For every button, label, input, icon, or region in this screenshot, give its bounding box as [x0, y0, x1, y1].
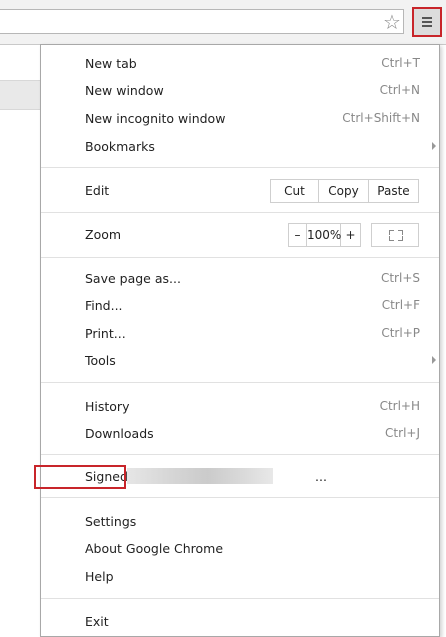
menu-item-label: Save page as... — [85, 271, 181, 286]
menu-item-label: History — [85, 399, 130, 414]
menu-item-about-google-chrome[interactable]: About Google Chrome — [41, 537, 439, 561]
menu-item-label: New window — [85, 83, 164, 98]
menu-item-bookmarks[interactable]: Bookmarks — [41, 135, 439, 159]
menu-item-label: Settings — [85, 514, 137, 529]
zoom-out-button[interactable]: – — [289, 224, 307, 246]
menu-item-new-tab[interactable]: New tab Ctrl+T — [41, 52, 439, 76]
menu-item-label: Tools — [85, 353, 116, 368]
menu-item-label: Exit — [85, 614, 109, 629]
menu-item-shortcut: Ctrl+S — [380, 271, 420, 285]
menu-item-print[interactable]: Print... Ctrl+P — [41, 322, 439, 346]
menu-item-label: Bookmarks — [85, 139, 155, 154]
menu-item-shortcut: Ctrl+P — [381, 326, 420, 340]
menu-item-shortcut: Ctrl+T — [381, 56, 420, 70]
fullscreen-button[interactable] — [371, 223, 419, 247]
menu-item-shortcut: Ctrl+N — [379, 83, 420, 97]
zoom-in-button[interactable]: + — [341, 224, 360, 246]
zoom-control-group: – 100% + — [288, 223, 361, 247]
edit-button-group: Cut Copy Paste — [270, 179, 419, 203]
menu-separator — [41, 454, 439, 455]
menu-item-tools[interactable]: Tools — [41, 349, 439, 373]
hamburger-menu-icon — [422, 17, 432, 19]
chrome-menu-button[interactable] — [412, 7, 442, 37]
menu-separator — [41, 598, 439, 599]
menu-item-save-page-as[interactable]: Save page as... Ctrl+S — [41, 267, 439, 291]
page-background-bar — [0, 80, 40, 110]
menu-item-settings[interactable]: Settings — [41, 510, 439, 534]
redacted-account-name — [127, 468, 273, 484]
settings-highlight-box — [34, 465, 126, 489]
chrome-main-menu: New tab Ctrl+T New window Ctrl+N New inc… — [40, 44, 440, 637]
menu-item-label: Downloads — [85, 426, 154, 441]
menu-item-help[interactable]: Help — [41, 565, 439, 589]
menu-item-label: Edit — [85, 183, 110, 198]
signed-in-suffix: ... — [315, 469, 327, 484]
menu-item-label: New incognito window — [85, 111, 226, 126]
menu-separator — [41, 382, 439, 383]
menu-item-label: Help — [85, 569, 114, 584]
menu-item-label: Find... — [85, 298, 123, 313]
star-icon[interactable]: ☆ — [381, 11, 403, 33]
menu-separator — [41, 167, 439, 168]
menu-item-shortcut: Ctrl+F — [381, 298, 420, 312]
submenu-arrow-icon — [432, 142, 436, 150]
cut-button[interactable]: Cut — [271, 180, 319, 202]
menu-item-find[interactable]: Find... Ctrl+F — [41, 294, 439, 318]
menu-separator — [41, 257, 439, 258]
menu-item-downloads[interactable]: Downloads Ctrl+J — [41, 422, 439, 446]
menu-item-label: New tab — [85, 56, 137, 71]
zoom-level-value: 100% — [307, 224, 341, 246]
menu-item-shortcut: Ctrl+H — [379, 399, 420, 413]
menu-separator — [41, 497, 439, 498]
submenu-arrow-icon — [432, 356, 436, 364]
menu-item-label: Zoom — [85, 227, 122, 242]
menu-item-new-window[interactable]: New window Ctrl+N — [41, 79, 439, 103]
menu-item-label: Print... — [85, 326, 126, 341]
menu-separator — [41, 212, 439, 213]
menu-item-shortcut: Ctrl+Shift+N — [342, 111, 420, 125]
copy-button[interactable]: Copy — [319, 180, 369, 202]
menu-item-shortcut: Ctrl+J — [385, 426, 420, 440]
menu-item-exit[interactable]: Exit — [41, 610, 439, 634]
paste-button[interactable]: Paste — [369, 180, 418, 202]
address-bar[interactable] — [0, 9, 404, 34]
menu-item-new-incognito-window[interactable]: New incognito window Ctrl+Shift+N — [41, 107, 439, 131]
browser-toolbar: ☆ — [0, 0, 446, 45]
menu-item-history[interactable]: History Ctrl+H — [41, 395, 439, 419]
menu-item-label: About Google Chrome — [85, 541, 224, 556]
